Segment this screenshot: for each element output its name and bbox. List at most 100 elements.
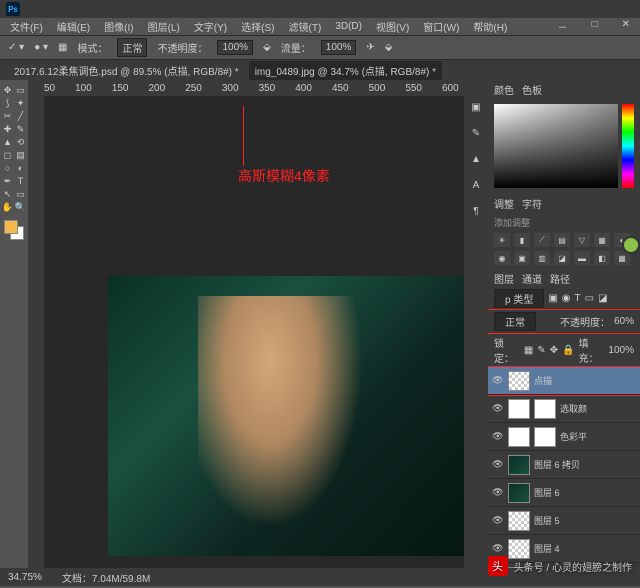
maximize-icon[interactable]: □ — [586, 17, 604, 36]
menu-view[interactable]: 视图(V) — [370, 17, 415, 36]
mode-select[interactable]: 正常 — [117, 38, 147, 57]
layer-kind-select[interactable]: p 类型 — [494, 289, 544, 308]
menu-3d[interactable]: 3D(D) — [329, 19, 368, 34]
layer-thumb[interactable] — [508, 511, 530, 531]
visibility-icon[interactable]: 👁 — [492, 543, 504, 554]
move-tool[interactable]: ✥ — [2, 84, 14, 96]
layer-mask[interactable] — [534, 427, 556, 447]
layer-thumb[interactable] — [508, 427, 530, 447]
tab-swatches[interactable]: 色板 — [522, 82, 542, 97]
adj-invert-icon[interactable]: ◪ — [554, 251, 570, 265]
fill-input[interactable]: 100% — [608, 345, 634, 356]
color-picker[interactable] — [488, 98, 640, 194]
eyedrop-tool[interactable]: ╱ — [15, 110, 27, 122]
zoom-level[interactable]: 34.75% — [8, 572, 42, 583]
layer-row[interactable]: 👁 色彩平 — [488, 423, 640, 451]
menu-filter[interactable]: 滤镜(T) — [283, 17, 328, 36]
close-icon[interactable]: ✕ — [616, 17, 636, 36]
adj-thresh-icon[interactable]: ◧ — [594, 251, 610, 265]
layer-thumb[interactable] — [508, 455, 530, 475]
wand-tool[interactable]: ✦ — [15, 97, 27, 109]
filter-shape-icon[interactable]: ▭ — [585, 293, 594, 304]
para-icon[interactable]: ¶ — [469, 204, 483, 218]
pen-tool[interactable]: ✒ — [2, 175, 14, 187]
color-swatch[interactable] — [4, 220, 24, 240]
menu-image[interactable]: 图像(I) — [98, 17, 139, 36]
tab-styles[interactable]: 字符 — [522, 196, 542, 211]
marquee-tool[interactable]: ▭ — [15, 84, 27, 96]
lock-trans-icon[interactable]: ▦ — [524, 345, 533, 356]
lasso-tool[interactable]: ⟆ — [2, 97, 14, 109]
visibility-icon[interactable]: 👁 — [492, 403, 504, 414]
hue-strip[interactable] — [622, 104, 634, 188]
opacity-input[interactable]: 100% — [217, 40, 253, 55]
layer-thumb[interactable] — [508, 371, 530, 391]
layer-opacity-input[interactable]: 60% — [614, 316, 634, 327]
gradient-tool[interactable]: ▤ — [15, 149, 27, 161]
filter-adj-icon[interactable]: ◉ — [562, 293, 571, 304]
zoom-tool[interactable]: 🔍 — [15, 201, 27, 213]
visibility-icon[interactable]: 👁 — [492, 487, 504, 498]
layer-mask[interactable] — [534, 399, 556, 419]
tab-paths[interactable]: 路径 — [550, 271, 570, 286]
menu-window[interactable]: 窗口(W) — [417, 17, 465, 36]
visibility-icon[interactable]: 👁 — [492, 459, 504, 470]
brush-icon[interactable]: ✓ ▾ — [8, 42, 24, 53]
adj-mixer-icon[interactable]: ▣ — [514, 251, 530, 265]
brush-panel-icon[interactable]: ✎ — [469, 126, 483, 140]
layer-row[interactable]: 👁 点描 — [488, 367, 640, 395]
blend-mode-select[interactable]: 正常 — [494, 312, 536, 331]
pressure-size-icon[interactable]: ⬙ — [385, 42, 393, 53]
heal-tool[interactable]: ✚ — [2, 123, 14, 135]
adj-levels-icon[interactable]: ▮ — [514, 233, 530, 247]
tab-channels[interactable]: 通道 — [522, 271, 542, 286]
doc-tab-2[interactable]: img_0489.jpg @ 34.7% (点描, RGB/8#) * — [249, 61, 442, 80]
airbrush-icon[interactable]: ✈ — [366, 42, 374, 53]
char-icon[interactable]: A — [469, 178, 483, 192]
stamp-tool[interactable]: ▲ — [2, 136, 14, 148]
shape-tool[interactable]: ▭ — [15, 188, 27, 200]
dodge-tool[interactable]: ◐ — [15, 162, 27, 174]
adj-poster-icon[interactable]: ▬ — [574, 251, 590, 265]
minimize-icon[interactable]: － — [552, 17, 574, 36]
history-tool[interactable]: ⟲ — [15, 136, 27, 148]
adj-hue-icon[interactable]: ▦ — [594, 233, 610, 247]
clone-icon[interactable]: ▲ — [469, 152, 483, 166]
path-tool[interactable]: ↖ — [2, 188, 14, 200]
canvas-image[interactable] — [108, 276, 464, 556]
brush-panel-icon[interactable]: ▦ — [58, 42, 67, 53]
layer-thumb[interactable] — [508, 483, 530, 503]
layer-row[interactable]: 👁 图层 5 — [488, 507, 640, 535]
adj-exposure-icon[interactable]: ▤ — [554, 233, 570, 247]
lock-pixel-icon[interactable]: ✎ — [537, 345, 545, 356]
visibility-icon[interactable]: 👁 — [492, 515, 504, 526]
doc-tab-1[interactable]: 2017.6.12柔焦调色.psd @ 89.5% (点描, RGB/8#) * — [8, 61, 245, 80]
menu-select[interactable]: 选择(S) — [235, 17, 280, 36]
history-icon[interactable]: ▣ — [469, 100, 483, 114]
adj-vibrance-icon[interactable]: ▽ — [574, 233, 590, 247]
picker-area[interactable] — [494, 104, 618, 188]
brush-preset-icon[interactable]: ● ▾ — [34, 42, 48, 53]
tab-layers[interactable]: 图层 — [494, 271, 514, 286]
adj-photo-icon[interactable]: ◉ — [494, 251, 510, 265]
layer-row[interactable]: 👁 图层 6 拷贝 — [488, 451, 640, 479]
visibility-icon[interactable]: 👁 — [492, 431, 504, 442]
flow-input[interactable]: 100% — [321, 40, 357, 55]
brush-tool[interactable]: ✎ — [15, 123, 27, 135]
crop-tool[interactable]: ✂ — [2, 110, 14, 122]
pressure-opacity-icon[interactable]: ⬙ — [263, 42, 271, 53]
lock-all-icon[interactable]: 🔒 — [562, 345, 574, 356]
tab-adjustments[interactable]: 调整 — [494, 196, 514, 211]
adj-curves-icon[interactable]: ⟋ — [534, 233, 550, 247]
layer-row[interactable]: 👁 选取颜 — [488, 395, 640, 423]
menu-file[interactable]: 文件(F) — [4, 17, 49, 36]
sync-badge-icon[interactable] — [622, 236, 640, 254]
hand-tool[interactable]: ✋ — [2, 201, 14, 213]
visibility-icon[interactable]: 👁 — [492, 375, 504, 386]
menu-layer[interactable]: 图层(L) — [142, 17, 186, 36]
filter-pixel-icon[interactable]: ▣ — [548, 293, 557, 304]
adj-brightness-icon[interactable]: ☀ — [494, 233, 510, 247]
lock-pos-icon[interactable]: ✥ — [550, 345, 558, 356]
eraser-tool[interactable]: ◻ — [2, 149, 14, 161]
tab-color[interactable]: 颜色 — [494, 82, 514, 97]
